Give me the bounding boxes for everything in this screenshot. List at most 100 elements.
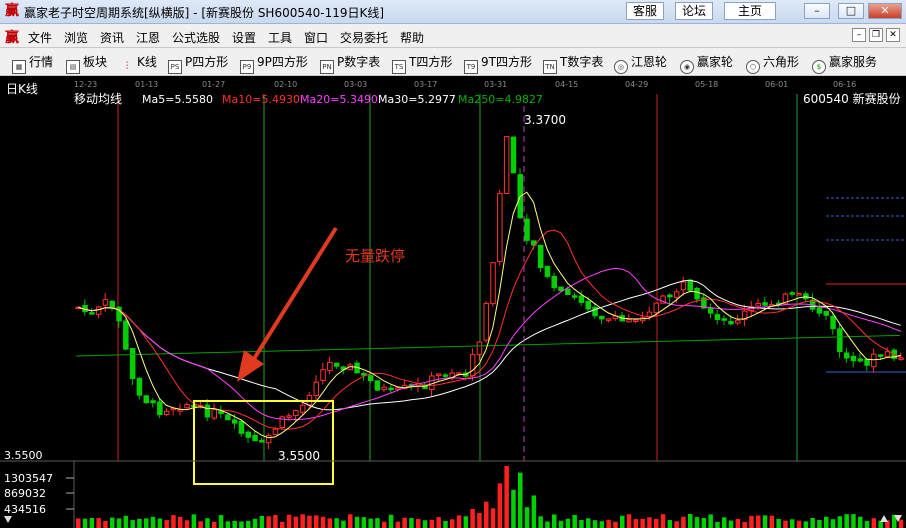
title-bar: 赢 赢家老子时空周期系统[纵横版] - [新赛股份 SH600540-119日K… xyxy=(0,0,906,24)
date-tick: 03-31 xyxy=(484,80,507,89)
volume-bar xyxy=(96,518,101,528)
volume-bar xyxy=(728,520,734,528)
close-button[interactable]: ✕ xyxy=(868,3,902,19)
volume-bar xyxy=(837,516,843,528)
mdi-restore-icon[interactable]: ❐ xyxy=(869,28,883,42)
annotation-arrow-head xyxy=(237,350,264,382)
toolbar-kline[interactable]: ⫶ K线 xyxy=(120,54,157,72)
menu-logo-icon: 赢 xyxy=(5,30,19,46)
volume-bar xyxy=(504,466,509,528)
volume-bar xyxy=(735,518,741,528)
volume-bar xyxy=(280,521,285,528)
mdi-close-icon[interactable]: ✕ xyxy=(886,28,900,42)
date-tick: 04-15 xyxy=(555,80,578,89)
close-icon: ✕ xyxy=(880,4,890,17)
menu-file[interactable]: 文件 xyxy=(28,29,52,46)
toolbar-quotes[interactable]: ▦ 行情 xyxy=(12,54,53,74)
toolbar-label: 江恩轮 xyxy=(631,55,668,69)
window-title: 赢家老子时空周期系统[纵横版] - [新赛股份 SH600540-119日K线] xyxy=(24,6,385,20)
kline-chart-panel[interactable]: 12-23 01-13 01-27 02-10 03-03 03-17 03-31 04-15… xyxy=(0,76,906,528)
volume-bar xyxy=(314,515,319,528)
candle-body xyxy=(129,348,136,380)
toolbar-label: 9T四方形 xyxy=(481,55,532,69)
volume-bar xyxy=(565,518,571,528)
candle-body xyxy=(524,218,530,241)
toolbar-t-table[interactable]: TN T数字表 xyxy=(543,54,603,74)
menu-bar: 赢 文件 浏览 资讯 江恩 公式选股 设置 工具 窗口 交易委托 帮助 – ❐ … xyxy=(0,24,906,48)
candle-body xyxy=(735,319,741,324)
volume-bar xyxy=(599,521,605,528)
volume-bar xyxy=(116,518,122,528)
toolbar-t-square[interactable]: TS T四方形 xyxy=(392,54,452,74)
candle-body xyxy=(150,400,156,404)
toolbar-winner-wheel[interactable]: ◉ 赢家轮 xyxy=(680,54,733,74)
candle-body xyxy=(272,428,279,436)
volume-bar xyxy=(694,517,700,528)
volume-bar xyxy=(184,520,190,528)
p9-icon: P9 xyxy=(240,60,254,74)
volume-bar xyxy=(531,495,537,528)
volume-bar xyxy=(144,518,149,528)
axis-low-label: 3.5500 xyxy=(4,449,43,462)
menu-info[interactable]: 资讯 xyxy=(100,29,124,46)
candle-body xyxy=(877,354,884,357)
volume-bar xyxy=(803,521,809,528)
volume-bar xyxy=(341,520,346,528)
scroll-down-icon[interactable] xyxy=(4,516,12,523)
volume-bar xyxy=(273,514,278,528)
volume-bar xyxy=(898,519,904,528)
menu-gann[interactable]: 江恩 xyxy=(136,29,160,46)
service-button[interactable]: 客服 xyxy=(626,2,664,20)
toolbar-9t-square[interactable]: T9 9T四方形 xyxy=(464,54,532,74)
candle-body xyxy=(857,358,863,362)
volume-bar xyxy=(137,518,142,528)
volume-bar xyxy=(579,519,584,528)
menu-settings[interactable]: 设置 xyxy=(232,29,256,46)
homepage-button[interactable]: 主页 xyxy=(724,2,776,20)
candle-body xyxy=(143,395,149,404)
candle-body xyxy=(837,328,843,353)
stock-name: 600540 新赛股份 xyxy=(803,91,901,106)
candle-body xyxy=(252,434,258,442)
volume-bar xyxy=(756,515,761,528)
mdi-minimize-icon[interactable]: – xyxy=(852,28,866,42)
menu-trade[interactable]: 交易委托 xyxy=(340,29,388,46)
volume-bar xyxy=(320,516,326,528)
ts-icon: TS xyxy=(392,60,406,74)
kline-chart[interactable]: 12-23 01-13 01-27 02-10 03-03 03-17 03-31 04-15… xyxy=(0,76,906,528)
forum-button[interactable]: 论坛 xyxy=(675,2,713,20)
toolbar-p-square[interactable]: PS P四方形 xyxy=(168,54,228,74)
volume-bar xyxy=(368,518,373,528)
menu-formula[interactable]: 公式选股 xyxy=(172,29,220,46)
maximize-button[interactable]: □ xyxy=(838,3,864,19)
toolbar-label: 赢家服务 xyxy=(829,55,878,69)
volume-bar xyxy=(633,518,639,528)
volume-bar xyxy=(354,516,360,528)
candle-body xyxy=(680,281,687,291)
volume-bar xyxy=(463,516,469,528)
toolbar-gann-wheel[interactable]: ◎ 江恩轮 xyxy=(614,54,668,74)
toolbar-9p-square[interactable]: P9 9P四方形 xyxy=(240,54,308,74)
volume-bar xyxy=(776,518,781,528)
menu-help[interactable]: 帮助 xyxy=(400,29,424,46)
scroll-up-icon[interactable] xyxy=(880,515,888,522)
candle-body xyxy=(864,358,870,366)
date-tick: 03-17 xyxy=(414,80,437,89)
menu-browse[interactable]: 浏览 xyxy=(64,29,88,46)
candle-body xyxy=(646,311,653,317)
volume-bar xyxy=(89,518,95,528)
toolbar-hexagon[interactable]: ⬡ 六角形 xyxy=(746,54,799,74)
volume-bar xyxy=(470,509,475,528)
volume-tick-1: 1303547 xyxy=(4,472,53,485)
candle-body xyxy=(503,136,510,194)
candle-body xyxy=(694,287,700,300)
menu-tools[interactable]: 工具 xyxy=(268,29,292,46)
candle-body xyxy=(109,300,115,309)
toolbar-winner-service[interactable]: $ 赢家服务 xyxy=(812,54,878,74)
menu-window[interactable]: 窗口 xyxy=(304,29,328,46)
volume-bar xyxy=(586,518,591,528)
toolbar-sector[interactable]: ▤ 板块 xyxy=(66,54,107,74)
toolbar-p-table[interactable]: PN P数字表 xyxy=(320,54,380,74)
sector-icon: ▤ xyxy=(66,60,80,74)
minimize-button[interactable]: – xyxy=(804,3,830,19)
